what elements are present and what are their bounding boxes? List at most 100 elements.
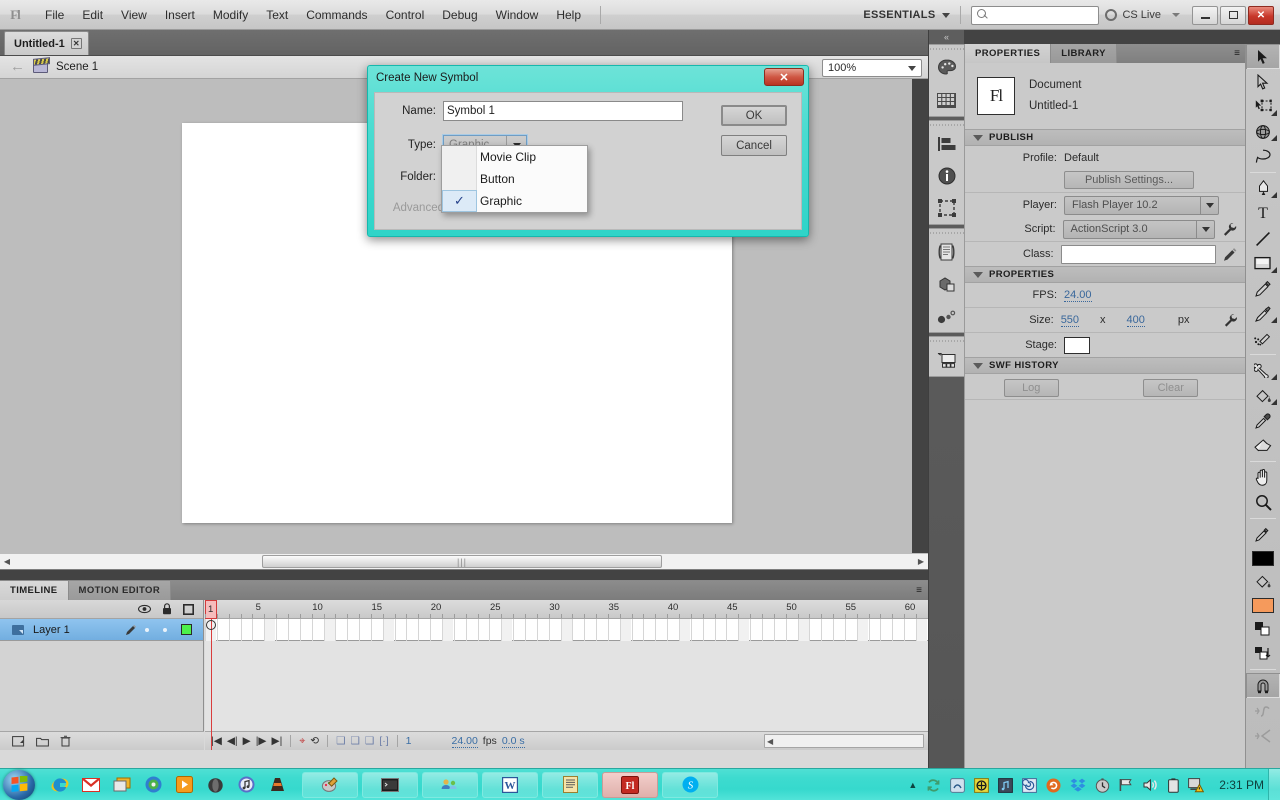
stroke-color-picker[interactable]	[1246, 522, 1280, 547]
frame-cell[interactable]	[607, 619, 609, 641]
frame-cell[interactable]	[856, 619, 858, 641]
network-share-icon[interactable]	[950, 777, 966, 793]
minimize-button[interactable]	[1192, 5, 1218, 25]
frame-cell[interactable]	[821, 619, 823, 641]
timeline-panel-menu-icon[interactable]: ≡	[916, 585, 922, 596]
tab-library[interactable]: LIBRARY	[1051, 44, 1117, 63]
layer-outline-color[interactable]	[181, 624, 192, 635]
library-folder-icon[interactable]	[929, 344, 964, 376]
frame-cell[interactable]	[394, 619, 396, 641]
tab-timeline[interactable]: TIMELINE	[0, 581, 69, 600]
frame-cell[interactable]	[667, 619, 669, 641]
cancel-button[interactable]: Cancel	[721, 135, 787, 156]
frame-cell[interactable]	[738, 619, 740, 641]
scene-label[interactable]: Scene 1	[56, 61, 98, 73]
fill-color-picker[interactable]	[1246, 569, 1280, 594]
back-arrow-icon[interactable]: ←	[10, 59, 25, 74]
menu-modify[interactable]: Modify	[204, 4, 257, 26]
symbol-type-dropdown[interactable]: Movie Clip Button ✓ Graphic	[441, 145, 588, 213]
menu-file[interactable]: File	[36, 4, 73, 26]
spiral-icon[interactable]	[1022, 777, 1038, 793]
opera-icon[interactable]	[206, 776, 224, 794]
menu-debug[interactable]: Debug	[433, 4, 486, 26]
size-height-value[interactable]: 400	[1126, 314, 1145, 327]
ok-button[interactable]: OK	[721, 105, 787, 126]
netmeeting-task-button[interactable]	[422, 771, 478, 798]
frame-cell[interactable]	[240, 619, 242, 641]
log-button[interactable]: Log	[1003, 379, 1059, 397]
scroll-left-icon[interactable]: ◀	[767, 737, 773, 746]
pen-tool[interactable]	[1246, 176, 1280, 201]
rectangle-tool[interactable]	[1246, 251, 1280, 276]
last-frame-icon[interactable]: ▶|	[272, 735, 283, 747]
taskbar-clock[interactable]: 2:31 PM	[1219, 778, 1264, 792]
dropdown-option-movie-clip[interactable]: Movie Clip	[442, 146, 587, 168]
windows-media-icon[interactable]	[113, 776, 131, 794]
stage-color-swatch[interactable]	[1064, 336, 1090, 354]
paint-task-button[interactable]	[302, 771, 358, 798]
tray-expand-icon[interactable]: ▲	[908, 780, 917, 790]
outline-icon[interactable]	[183, 603, 194, 615]
layer-lock-dot[interactable]	[163, 627, 167, 632]
menu-edit[interactable]: Edit	[73, 4, 112, 26]
dropdown-option-button[interactable]: Button	[442, 168, 587, 190]
eraser-tool[interactable]	[1246, 433, 1280, 458]
playhead-marker[interactable]: 1	[205, 600, 217, 619]
new-folder-icon[interactable]	[36, 736, 49, 747]
fill-color-chip[interactable]	[1252, 597, 1274, 613]
play-icon[interactable]: ▶	[243, 735, 251, 747]
wrench-icon[interactable]	[1222, 222, 1237, 237]
dialog-title-bar[interactable]: Create New Symbol ✕	[368, 66, 808, 90]
menu-insert[interactable]: Insert	[156, 4, 204, 26]
dock-grip[interactable]	[929, 45, 964, 52]
free-transform-tool[interactable]	[1246, 94, 1280, 119]
music-icon[interactable]	[998, 777, 1014, 793]
timeline-horizontal-scrollbar[interactable]: ◀	[764, 734, 924, 748]
frame-cell[interactable]	[287, 619, 289, 641]
eyedropper-tool[interactable]	[1246, 408, 1280, 433]
menu-help[interactable]: Help	[547, 4, 590, 26]
lock-icon[interactable]	[162, 603, 172, 615]
class-input[interactable]	[1060, 244, 1216, 264]
frame-cell[interactable]	[264, 619, 266, 641]
zoom-select[interactable]: 100%	[822, 59, 922, 77]
layer-name[interactable]: Layer 1	[33, 624, 125, 636]
frame-cell-marker[interactable]	[679, 619, 690, 641]
frame-cell[interactable]	[809, 619, 811, 641]
pencil-icon[interactable]	[1223, 247, 1237, 262]
frame-cell-marker[interactable]	[916, 619, 927, 641]
show-desktop-button[interactable]	[1268, 769, 1280, 800]
dropdown-option-graphic[interactable]: ✓ Graphic	[442, 190, 587, 212]
fill-color-swatch[interactable]	[1246, 594, 1280, 616]
new-layer-icon[interactable]	[12, 735, 25, 747]
frame-cell[interactable]	[643, 619, 645, 641]
search-input[interactable]	[971, 5, 1100, 25]
frame-cell-marker[interactable]	[442, 619, 453, 641]
frame-cell[interactable]	[690, 619, 692, 641]
paint-bucket-tool[interactable]	[1246, 383, 1280, 408]
close-icon[interactable]: ✕	[70, 38, 82, 49]
straighten-option[interactable]	[1246, 723, 1280, 748]
itunes-icon[interactable]	[237, 776, 255, 794]
frame-cell[interactable]	[702, 619, 704, 641]
section-properties[interactable]: PROPERTIES	[965, 266, 1245, 283]
frame-cell[interactable]	[359, 619, 361, 641]
teamviewer-icon[interactable]	[974, 777, 990, 793]
size-width-value[interactable]: 550	[1060, 314, 1080, 327]
frame-cell[interactable]	[406, 619, 408, 641]
transform-icon[interactable]	[929, 192, 964, 224]
menu-commands[interactable]: Commands	[297, 4, 376, 26]
gmail-icon[interactable]	[82, 776, 100, 794]
frame-cell-marker[interactable]	[797, 619, 809, 641]
symbol-name-input[interactable]: Symbol 1	[443, 101, 683, 121]
volume-icon[interactable]	[1143, 778, 1159, 792]
edit-multiple-frames-icon[interactable]: ❑	[365, 735, 374, 747]
frame-cell[interactable]	[489, 619, 491, 641]
frame-cell[interactable]	[536, 619, 538, 641]
frame-cell[interactable]	[880, 619, 882, 641]
document-tab-untitled-1[interactable]: Untitled-1 ✕	[4, 31, 89, 55]
dialog-close-button[interactable]: ✕	[764, 68, 804, 86]
clear-button[interactable]: Clear	[1143, 379, 1199, 397]
frame-cell[interactable]	[513, 619, 515, 641]
frame-cell[interactable]	[584, 619, 586, 641]
